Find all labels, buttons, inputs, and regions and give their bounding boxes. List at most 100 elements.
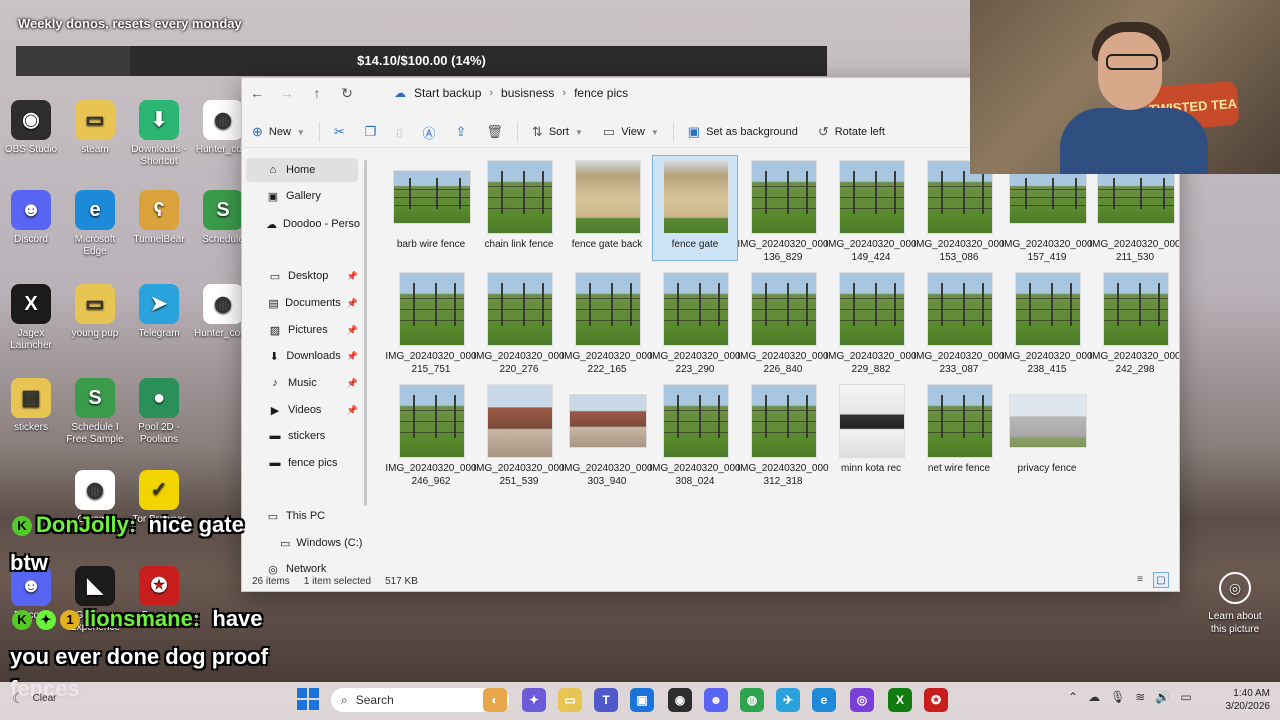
file-item[interactable]: barb wire fence [389,156,473,260]
set-background-button[interactable]: ▣ Set as background [678,118,808,146]
chrome-icon[interactable]: ◍ [740,688,764,712]
file-item[interactable]: IMG_20240320_000136_829 [737,156,829,263]
file-item[interactable]: IMG_20240320_000215_751 [385,268,477,375]
desktop-icon[interactable]: ➤ Telegram [130,284,188,340]
file-item[interactable]: IMG_20240320_000242_298 [1089,268,1179,375]
file-item[interactable]: fence gate [652,155,738,261]
file-item[interactable]: privacy fence [1005,380,1089,484]
file-name: IMG_20240320_000308_024 [649,463,741,487]
breadcrumb-busisness[interactable]: busisness [493,86,562,100]
forward-button[interactable]: → [272,80,302,106]
file-item[interactable]: IMG_20240320_000229_882 [825,268,917,375]
file-item[interactable]: IMG_20240320_000308_024 [649,380,741,487]
nav-item-windows-c-[interactable]: ▭ Windows (C:) [246,531,362,555]
file-name: IMG_20240320_000223_290 [649,351,741,375]
delete-button[interactable]: 🗑 [476,118,513,146]
desktop-icon[interactable]: ☻ Discord [2,190,60,246]
discord-icon[interactable]: ☻ [704,688,728,712]
proton-icon[interactable]: ◎ [850,688,874,712]
refresh-button[interactable]: ↻ [332,80,362,106]
battery-icon[interactable]: ▭ [1180,690,1191,704]
paste-button[interactable]: ▯ [386,118,412,146]
view-button[interactable]: ▭ View ▼ [593,118,669,146]
news-widget-icon[interactable]: ◐ [483,688,507,712]
file-item[interactable]: IMG_20240320_000220_276 [473,268,565,375]
nav-item-music[interactable]: ♪ Music 📌 [246,371,358,395]
desktop-icon[interactable]: ◉ OBS Studio [2,100,60,156]
desktop-icon[interactable]: X Jagex Launcher [2,284,60,352]
nav-item-home[interactable]: ⌂ Home [246,158,358,182]
xbox-icon[interactable]: X [888,688,912,712]
file-item[interactable]: IMG_20240320_000149_424 [825,156,917,263]
chevron-up-icon[interactable]: ⌃ [1068,690,1078,704]
navigation-scrollbar[interactable] [364,160,367,506]
file-item[interactable]: IMG_20240320_000312_318 [737,380,829,487]
breadcrumb-fence-pics[interactable]: fence pics [566,86,636,100]
nav-item-downloads[interactable]: ⬇ Downloads 📌 [246,344,358,368]
arrow-up-icon: ↑ [313,85,321,101]
desktop-icon[interactable]: S Schedule I Free Sample [66,378,124,446]
rotate-left-button[interactable]: ↺ Rotate left [808,118,895,146]
details-view-icon[interactable]: ≡ [1133,572,1147,586]
cut-button[interactable]: ✂ [324,118,355,146]
file-item[interactable]: minn kota rec [829,380,913,484]
maps-icon[interactable]: ✈ [776,688,800,712]
file-item[interactable]: IMG_20240320_000246_962 [385,380,477,487]
file-item[interactable]: IMG_20240320_000233_087 [913,268,1005,375]
nav-item-doodoo-perso[interactable]: ☁ Doodoo - Perso [246,212,360,236]
file-item[interactable]: IMG_20240320_000222_165 [561,268,653,375]
nav-item-gallery[interactable]: ▣ Gallery [246,184,358,208]
start-button[interactable] [297,688,319,710]
nav-item-fence-pics[interactable]: ▬ fence pics [246,451,358,475]
rename-button[interactable]: Ⓐ [412,118,445,146]
desktop-icon[interactable]: ▤ stickers [2,378,60,434]
microphone-icon[interactable]: 🎙 [1110,690,1125,704]
streamer-glasses [1106,54,1158,70]
file-item[interactable]: chain link fence [477,156,561,260]
obs-icon[interactable]: ◉ [668,688,692,712]
nav-item-pictures[interactable]: ▨ Pictures 📌 [246,318,358,342]
file-item[interactable]: IMG_20240320_000226_840 [737,268,829,375]
app-icon: ▤ [11,378,51,418]
nav-item-videos[interactable]: ▶ Videos 📌 [246,398,358,422]
fence-wire [1104,319,1168,321]
teams-icon[interactable]: T [594,688,618,712]
volume-icon[interactable]: 🔊 [1155,690,1170,704]
breadcrumb-start-backup[interactable]: Start backup [406,86,489,100]
booster-icon[interactable]: ✪ [924,688,948,712]
learn-about-picture[interactable]: ◎ Learn about this picture [1202,572,1268,636]
copilot-icon[interactable]: ✦ [522,688,546,712]
desktop-icon[interactable]: ● Pool 2D - Poolians [130,378,188,446]
sort-button[interactable]: ⇅ Sort ▼ [522,118,593,146]
up-button[interactable]: ↑ [302,80,332,106]
desktop-icon[interactable]: ⬇ Downloads - Shortcut [130,100,188,168]
file-item[interactable]: net wire fence [917,380,1001,484]
taskbar-clock[interactable]: 1:40 AM 3/20/2026 [1210,687,1271,713]
desktop-icon[interactable]: ▭ steam [66,100,124,156]
desktop-icon[interactable]: ʕ TunnelBear [130,190,188,246]
share-button[interactable]: ⇪ [445,118,476,146]
store-icon[interactable]: ▣ [630,688,654,712]
file-item[interactable]: IMG_20240320_000238_415 [1001,268,1093,375]
copy-button[interactable]: ❐ [355,118,387,146]
edge-icon[interactable]: e [812,688,836,712]
nav-item-documents[interactable]: ▤ Documents 📌 [246,291,358,315]
new-button[interactable]: ⊕ New ▼ [242,118,315,146]
desktop-icon[interactable]: ▭ young pup [66,284,124,340]
back-button[interactable]: ← [242,80,272,106]
nav-item-desktop[interactable]: ▭ Desktop 📌 [246,264,358,288]
desktop-icon[interactable]: e Microsoft Edge [66,190,124,258]
file-item[interactable]: IMG_20240320_000223_290 [649,268,741,375]
nav-item-this-pc[interactable]: ▭ This PC [246,504,358,528]
large-icons-view-icon[interactable]: ▢ [1153,572,1169,588]
file-item[interactable]: IMG_20240320_000251_539 [473,380,565,487]
app-icon: e [75,190,115,230]
wifi-icon[interactable]: ≋ [1135,690,1145,704]
file-item[interactable]: fence gate back [565,156,649,260]
file-item[interactable]: IMG_20240320_000303_940 [561,380,653,487]
nav-item-stickers[interactable]: ▬ stickers [246,424,358,448]
weather-widget[interactable]: ☾ Clear [12,690,56,707]
cloud-icon[interactable]: ☁ [1088,690,1100,704]
nav-item-icon: ▶ [270,404,280,417]
file-explorer-icon[interactable]: ▭ [558,688,582,712]
